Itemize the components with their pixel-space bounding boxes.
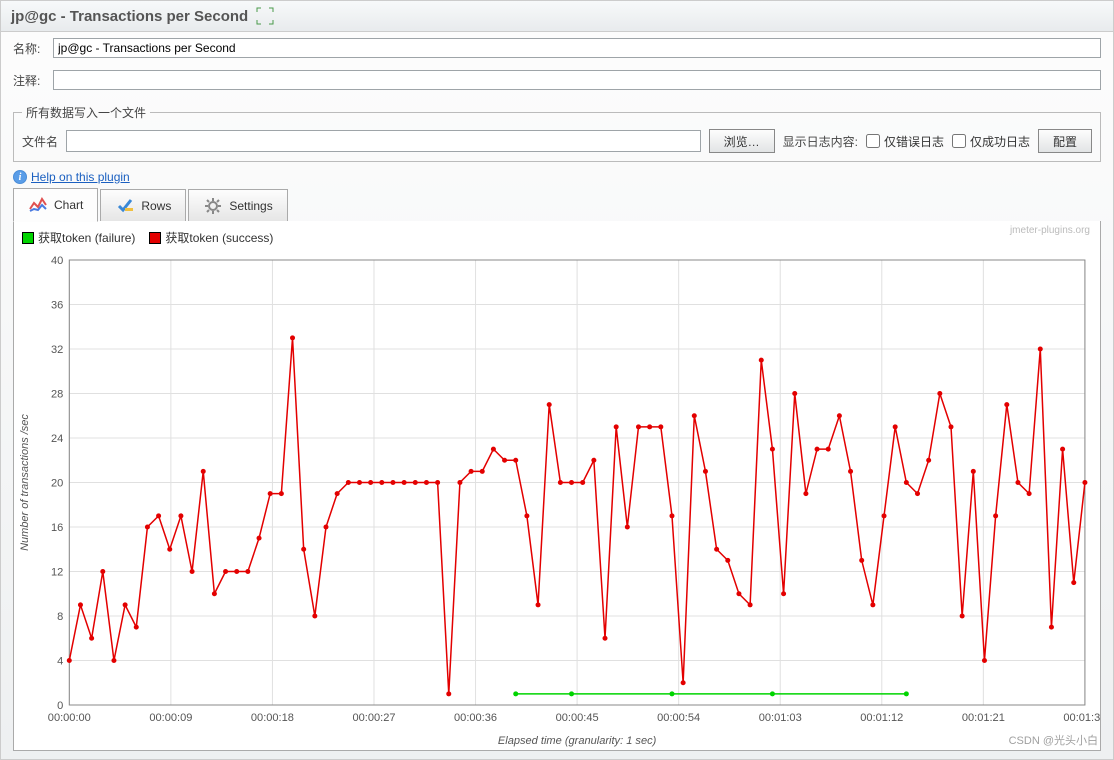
legend-failure: 获取token (failure) (22, 229, 135, 246)
help-link[interactable]: Help on this plugin (31, 170, 130, 184)
filename-label: 文件名 (22, 133, 58, 150)
svg-text:00:01:31: 00:01:31 (1063, 712, 1100, 724)
svg-text:36: 36 (51, 300, 63, 312)
error-only-label: 仅错误日志 (884, 133, 944, 150)
display-log-label: 显示日志内容: (783, 133, 858, 150)
svg-text:32: 32 (51, 344, 63, 356)
svg-text:20: 20 (51, 478, 63, 490)
legend-success: 获取token (success) (149, 229, 273, 246)
svg-text:40: 40 (51, 255, 63, 267)
svg-text:00:01:21: 00:01:21 (962, 712, 1005, 724)
svg-text:12: 12 (51, 567, 63, 579)
svg-text:00:00:00: 00:00:00 (48, 712, 91, 724)
legend-failure-label: 获取token (failure) (38, 229, 135, 246)
chart-area: jmeter-plugins.org 获取token (failure) 获取t… (13, 221, 1101, 751)
svg-text:4: 4 (57, 656, 63, 668)
svg-text:00:00:27: 00:00:27 (352, 712, 395, 724)
info-icon: i (13, 170, 27, 184)
file-fieldset: 所有数据写入一个文件 文件名 浏览… 显示日志内容: 仅错误日志 仅成功日志 配… (13, 104, 1101, 162)
success-only-box[interactable] (952, 134, 966, 148)
tab-settings[interactable]: Settings (188, 189, 287, 222)
svg-text:24: 24 (51, 433, 63, 445)
success-only-label: 仅成功日志 (970, 133, 1030, 150)
legend-swatch-red (149, 232, 161, 244)
page-title: jp@gc - Transactions per Second (11, 8, 248, 25)
comment-input[interactable] (53, 70, 1101, 90)
tab-rows-label: Rows (141, 199, 171, 213)
filename-input[interactable] (66, 130, 701, 152)
maximize-icon[interactable] (256, 7, 274, 25)
comment-label: 注释: (13, 72, 53, 89)
svg-text:Number of transactions /sec: Number of transactions /sec (19, 414, 31, 551)
svg-text:00:00:54: 00:00:54 (657, 712, 700, 724)
legend-swatch-green (22, 232, 34, 244)
svg-text:00:01:03: 00:01:03 (759, 712, 802, 724)
tab-chart-label: Chart (54, 198, 83, 212)
name-input[interactable] (53, 38, 1101, 58)
svg-text:0: 0 (57, 700, 63, 712)
chart-icon (28, 195, 48, 215)
svg-text:16: 16 (51, 522, 63, 534)
svg-text:00:00:09: 00:00:09 (149, 712, 192, 724)
tab-bar: Chart Rows Settings (1, 188, 1113, 222)
svg-text:00:01:12: 00:01:12 (860, 712, 903, 724)
name-label: 名称: (13, 40, 53, 57)
tab-rows[interactable]: Rows (100, 189, 186, 222)
tab-settings-label: Settings (229, 199, 272, 213)
gear-icon (203, 196, 223, 216)
svg-text:8: 8 (57, 611, 63, 623)
svg-text:00:00:18: 00:00:18 (251, 712, 294, 724)
watermark: jmeter-plugins.org (1010, 225, 1090, 236)
error-only-box[interactable] (866, 134, 880, 148)
check-icon (115, 196, 135, 216)
legend-success-label: 获取token (success) (165, 229, 273, 246)
fieldset-legend: 所有数据写入一个文件 (22, 104, 150, 121)
browse-button[interactable]: 浏览… (709, 129, 775, 153)
configure-button[interactable]: 配置 (1038, 129, 1092, 153)
svg-text:00:00:36: 00:00:36 (454, 712, 497, 724)
svg-text:28: 28 (51, 389, 63, 401)
svg-text:00:00:45: 00:00:45 (556, 712, 599, 724)
chart-plot: 0 4 8 12 16 20 24 28 32 36 40 00:00:00 00:00:09 00:00… (14, 250, 1100, 750)
svg-text:Elapsed time (granularity: 1 s: Elapsed time (granularity: 1 sec) (498, 735, 657, 747)
success-only-checkbox[interactable]: 仅成功日志 (952, 133, 1030, 150)
error-only-checkbox[interactable]: 仅错误日志 (866, 133, 944, 150)
tab-chart[interactable]: Chart (13, 188, 98, 222)
